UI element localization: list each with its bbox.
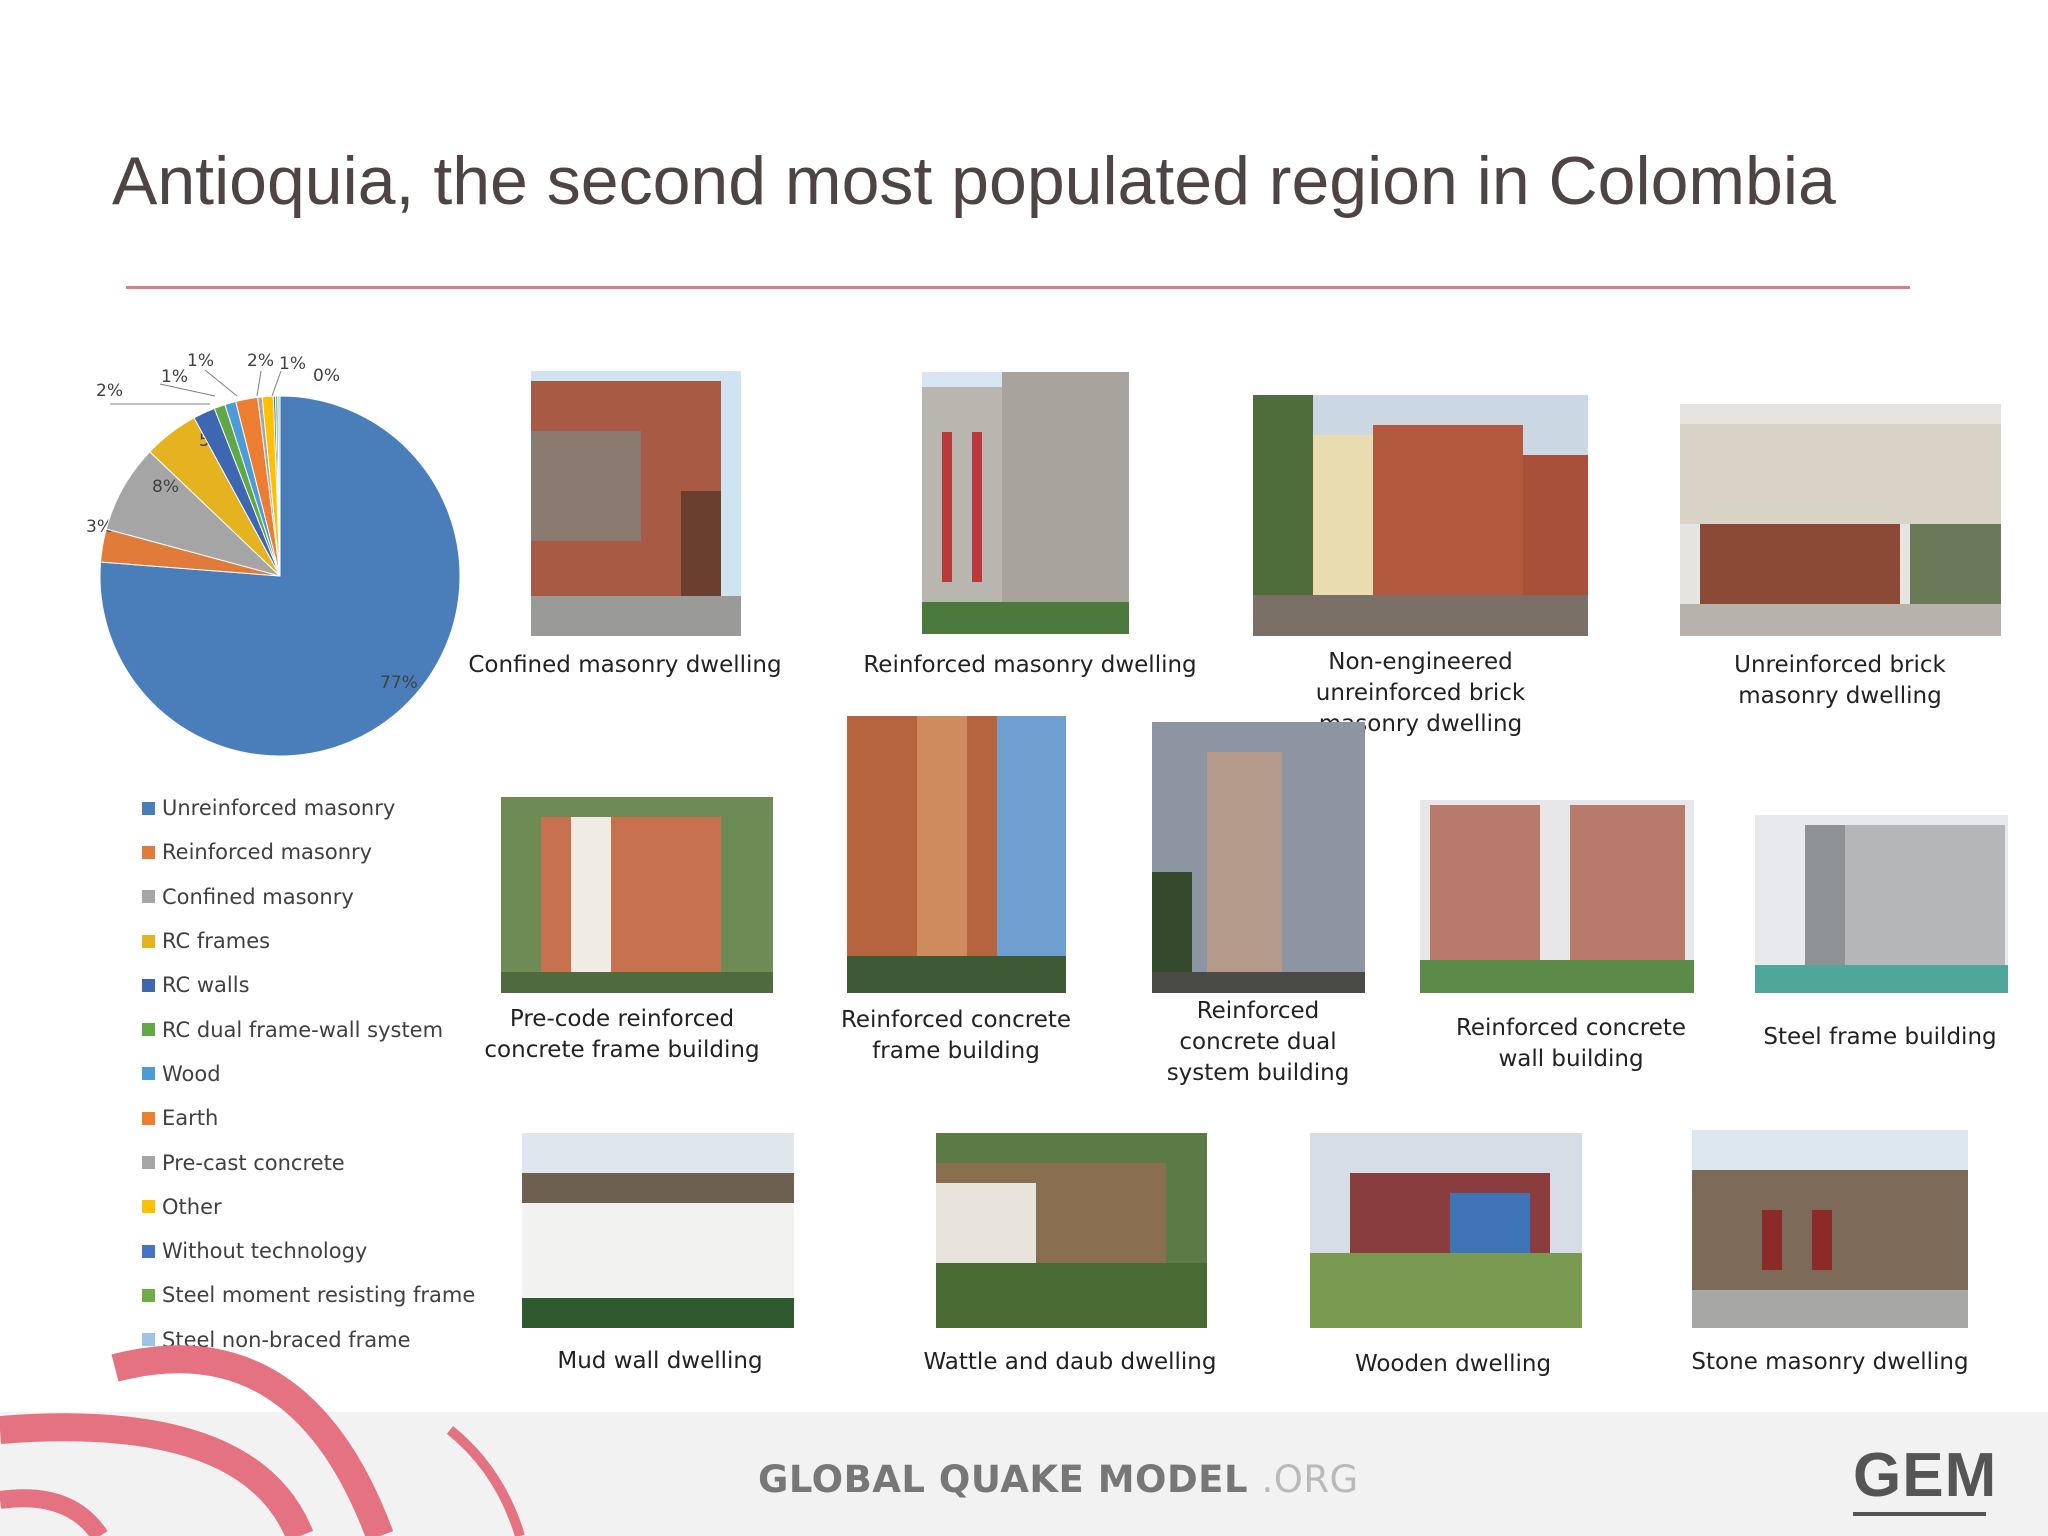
swoosh-decoration — [0, 1345, 525, 1536]
legend-swatch — [142, 890, 155, 904]
leader-line — [256, 370, 262, 397]
photo-non-engineered-brick — [1253, 395, 1588, 636]
legend-item: Steel moment resisting frame — [142, 1273, 475, 1317]
photo-wattle-daub — [936, 1133, 1207, 1328]
legend-item: Other — [142, 1185, 475, 1229]
caption-wooden: Wooden dwelling — [1354, 1351, 1552, 1377]
leader-line — [204, 369, 238, 397]
caption-wattle-daub: Wattle and daub dwelling — [923, 1349, 1217, 1375]
legend-item: Pre-cast concrete — [142, 1140, 475, 1184]
caption-rc-dual: Reinforced concrete dual system building — [1166, 998, 1350, 1086]
pie-data-label: 77% — [380, 673, 418, 693]
caption-reinforced-masonry: Reinforced masonry dwelling — [863, 652, 1197, 678]
legend-swatch — [142, 1023, 155, 1037]
gem-logo-underline — [1853, 1512, 1986, 1516]
legend-label: Confined masonry — [162, 884, 354, 909]
photo-rc-wall — [1420, 800, 1694, 993]
pie-legend: Unreinforced masonry Reinforced masonry Co… — [142, 786, 475, 1362]
legend-item: Reinforced masonry — [142, 830, 475, 874]
legend-swatch — [142, 801, 155, 815]
pie-data-label: 1% — [279, 354, 306, 374]
caption-stone-masonry: Stone masonry dwelling — [1691, 1349, 1969, 1375]
legend-label: Other — [162, 1194, 222, 1219]
legend-swatch — [142, 978, 155, 992]
caption-rc-wall: Reinforced concrete wall building — [1455, 1015, 1687, 1072]
caption-rc-frame: Reinforced concrete frame building — [840, 1007, 1072, 1064]
legend-item: Confined masonry — [142, 875, 475, 919]
photo-rc-dual — [1152, 722, 1365, 993]
legend-label: Unreinforced masonry — [162, 796, 396, 821]
gem-logo: GEM — [1853, 1441, 1998, 1510]
legend-item: RC frames — [142, 919, 475, 963]
legend-item: RC walls — [142, 963, 475, 1007]
photo-steel-frame — [1755, 815, 2008, 993]
legend-swatch — [142, 1111, 155, 1125]
legend-swatch — [142, 934, 155, 948]
caption-confined-masonry: Confined masonry dwelling — [468, 652, 782, 678]
legend-swatch — [142, 1156, 155, 1170]
legend-label: Steel moment resisting frame — [162, 1283, 476, 1308]
legend-label: Without technology — [162, 1239, 368, 1264]
legend-label: Pre-cast concrete — [162, 1150, 345, 1175]
footer-brand: GLOBAL QUAKE MODEL .ORG — [758, 1458, 1359, 1501]
pie-data-label: 0% — [313, 366, 340, 386]
caption-precode-rc-frame: Pre-code reinforced concrete frame buildi… — [484, 1006, 760, 1063]
pie-data-label: 2% — [96, 381, 123, 401]
photo-reinforced-masonry — [922, 372, 1129, 634]
legend-label: Reinforced masonry — [162, 840, 373, 865]
pie-data-label: 2% — [247, 351, 274, 371]
photo-mud-wall — [522, 1133, 794, 1328]
legend-swatch — [142, 1244, 155, 1258]
photo-wooden — [1310, 1133, 1582, 1328]
caption-steel-frame: Steel frame building — [1763, 1024, 1997, 1050]
photo-precode-rc-frame — [501, 797, 773, 993]
pie-data-label: 8% — [152, 477, 179, 497]
photo-rc-frame — [847, 716, 1066, 993]
legend-item: RC dual frame-wall system — [142, 1007, 475, 1051]
legend-label: Earth — [162, 1106, 219, 1131]
photo-stone-masonry — [1692, 1130, 1968, 1328]
legend-swatch — [142, 1067, 155, 1081]
legend-label: RC walls — [162, 973, 250, 998]
legend-item: Without technology — [142, 1229, 475, 1273]
pie-data-label: 1% — [187, 351, 214, 371]
legend-item: Earth — [142, 1096, 475, 1140]
pie-data-label: 1% — [161, 367, 188, 387]
legend-item: Wood — [142, 1052, 475, 1096]
legend-label: RC dual frame-wall system — [162, 1017, 444, 1042]
legend-label: Wood — [162, 1061, 221, 1086]
caption-unreinforced-brick: Unreinforced brick masonry dwelling — [1734, 652, 1946, 709]
legend-label: RC frames — [162, 929, 271, 954]
leader-line — [271, 370, 282, 397]
legend-item: Unreinforced masonry — [142, 786, 475, 830]
legend-swatch — [142, 1200, 155, 1214]
legend-swatch — [142, 845, 155, 859]
photo-unreinforced-brick — [1680, 404, 2001, 636]
legend-swatch — [142, 1288, 155, 1302]
photo-confined-masonry — [531, 371, 741, 636]
